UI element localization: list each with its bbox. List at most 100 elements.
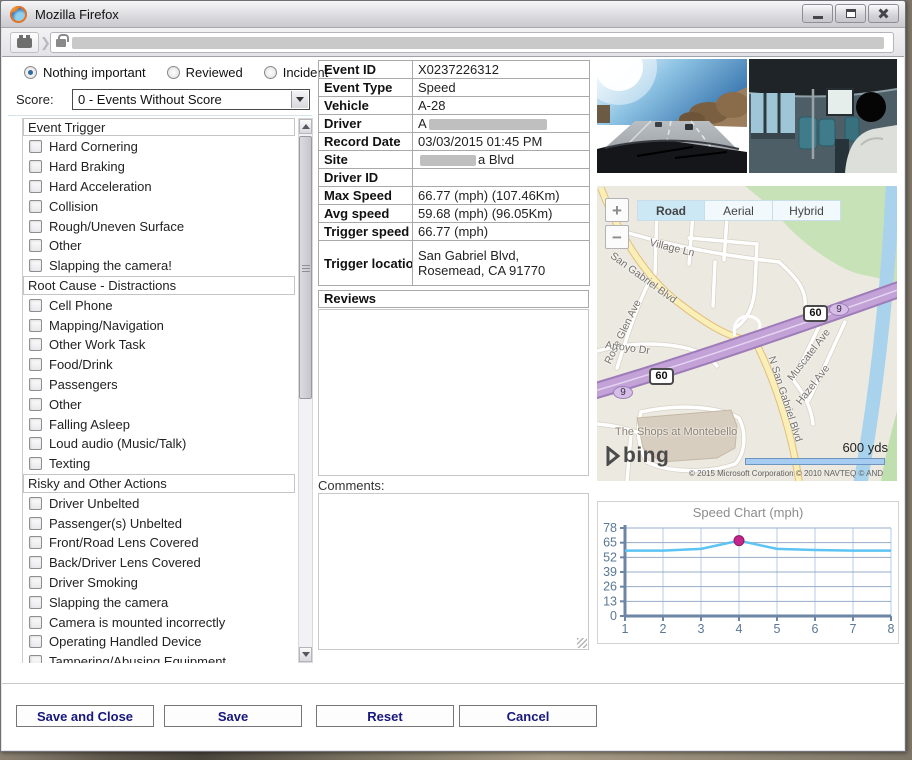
checklist-item[interactable]: Other <box>23 237 295 255</box>
reset-button[interactable]: Reset <box>316 705 454 727</box>
window-titlebar[interactable]: Mozilla Firefox <box>1 1 905 28</box>
cancel-button[interactable]: Cancel <box>459 705 597 727</box>
map-tab-road[interactable]: Road <box>637 200 705 221</box>
detail-row: Trigger speed66.77 (mph) <box>319 223 590 241</box>
detail-label: Event ID <box>319 61 413 79</box>
checklist-item[interactable]: Driver Smoking <box>23 573 295 591</box>
checklist-item[interactable]: Loud audio (Music/Talk) <box>23 435 295 453</box>
score-select[interactable]: 0 - Events Without Score <box>72 89 310 110</box>
checklist-item[interactable]: Mapping/Navigation <box>23 316 295 334</box>
reviews-header: Reviews <box>318 290 589 308</box>
checklist-item[interactable]: Slapping the camera! <box>23 257 295 275</box>
dropdown-arrow-icon[interactable] <box>291 91 308 108</box>
radio-reviewed[interactable]: Reviewed <box>167 65 243 80</box>
svg-text:6: 6 <box>812 622 819 636</box>
checklist-item[interactable]: Collision <box>23 197 295 215</box>
checklist-item[interactable]: Other <box>23 395 295 413</box>
checkbox[interactable] <box>29 596 42 609</box>
svg-text:7: 7 <box>850 622 857 636</box>
resize-grip-icon[interactable] <box>577 638 587 648</box>
comments-textarea[interactable] <box>318 493 589 650</box>
map-tab-aerial[interactable]: Aerial <box>705 200 773 221</box>
checkbox[interactable] <box>29 497 42 510</box>
checklist-item[interactable]: Texting <box>23 455 295 473</box>
scroll-up-arrow[interactable] <box>299 119 312 134</box>
checklist-item[interactable]: Hard Cornering <box>23 138 295 156</box>
checkbox[interactable] <box>29 635 42 648</box>
checklist-item[interactable]: Camera is mounted incorrectly <box>23 613 295 631</box>
radio-icon[interactable] <box>264 66 277 79</box>
score-selected-value: 0 - Events Without Score <box>78 92 222 107</box>
scrollbar-thumb[interactable] <box>299 136 312 399</box>
checkbox[interactable] <box>29 517 42 530</box>
divider <box>8 115 312 116</box>
save-and-close-button[interactable]: Save and Close <box>16 705 154 727</box>
address-bar[interactable] <box>50 32 894 53</box>
checkbox[interactable] <box>29 160 42 173</box>
radio-icon[interactable] <box>167 66 180 79</box>
svg-text:4: 4 <box>736 622 743 636</box>
checkbox[interactable] <box>29 398 42 411</box>
scroll-down-arrow[interactable] <box>299 647 312 662</box>
checkbox[interactable] <box>29 259 42 272</box>
detail-label: Trigger location <box>319 241 413 286</box>
checklist-item[interactable]: Other Work Task <box>23 336 295 354</box>
detail-label: Record Date <box>319 133 413 151</box>
checkbox[interactable] <box>29 140 42 153</box>
checklist-item[interactable]: Passengers <box>23 375 295 393</box>
checklist-item[interactable]: Hard Acceleration <box>23 177 295 195</box>
svg-text:5: 5 <box>774 622 781 636</box>
checkbox[interactable] <box>29 655 42 663</box>
checkbox[interactable] <box>29 358 42 371</box>
road-camera-image[interactable] <box>597 59 747 173</box>
map-tab-hybrid[interactable]: Hybrid <box>773 200 841 221</box>
checklist-item[interactable]: Cell Phone <box>23 296 295 314</box>
checkbox[interactable] <box>29 556 42 569</box>
checklist-item[interactable]: Front/Road Lens Covered <box>23 534 295 552</box>
svg-text:0: 0 <box>610 609 617 623</box>
checkbox[interactable] <box>29 338 42 351</box>
checkbox[interactable] <box>29 457 42 470</box>
checklist-item[interactable]: Operating Handled Device <box>23 633 295 651</box>
svg-text:3: 3 <box>698 622 705 636</box>
checkbox[interactable] <box>29 536 42 549</box>
checklist-item[interactable]: Back/Driver Lens Covered <box>23 554 295 572</box>
checkbox[interactable] <box>29 418 42 431</box>
save-button[interactable]: Save <box>164 705 302 727</box>
driver-camera-image[interactable] <box>749 59 897 173</box>
checklist-item-label: Hard Cornering <box>49 139 138 154</box>
checkbox[interactable] <box>29 299 42 312</box>
checkbox[interactable] <box>29 239 42 252</box>
site-identity-button[interactable] <box>10 32 39 53</box>
checkbox[interactable] <box>29 616 42 629</box>
radio-nothing-important[interactable]: Nothing important <box>24 65 146 80</box>
minimize-button[interactable] <box>802 4 833 23</box>
checkbox[interactable] <box>29 576 42 589</box>
checklist-item[interactable]: Slapping the camera <box>23 593 295 611</box>
checklist-item[interactable]: Passenger(s) Unbelted <box>23 514 295 532</box>
checkbox[interactable] <box>29 180 42 193</box>
checklist-item[interactable]: Driver Unbelted <box>23 494 295 512</box>
road-camera-graphic <box>597 59 747 173</box>
checklist-item[interactable]: Hard Braking <box>23 158 295 176</box>
maximize-button[interactable] <box>835 4 866 23</box>
checkbox[interactable] <box>29 437 42 450</box>
checkbox[interactable] <box>29 378 42 391</box>
bing-logo[interactable]: bing <box>605 444 669 468</box>
svg-text:78: 78 <box>603 522 617 535</box>
radio-icon-selected[interactable] <box>24 66 37 79</box>
map-zoom-out-button[interactable]: − <box>605 225 629 249</box>
bing-map[interactable]: + − Road Aerial Hybrid Village Ln San Ga… <box>597 186 897 481</box>
checkbox[interactable] <box>29 220 42 233</box>
close-button[interactable] <box>868 4 899 23</box>
minimize-icon <box>813 16 823 19</box>
map-zoom-in-button[interactable]: + <box>605 198 629 222</box>
checklist-item[interactable]: Falling Asleep <box>23 415 295 433</box>
checklist-item[interactable]: Food/Drink <box>23 356 295 374</box>
checklist-item[interactable]: Tampering/Abusing Equipment <box>23 653 295 663</box>
checkbox[interactable] <box>29 200 42 213</box>
checklist-item[interactable]: Rough/Uneven Surface <box>23 217 295 235</box>
checkbox[interactable] <box>29 319 42 332</box>
detail-value: 66.77 (mph) <box>413 223 590 241</box>
checklist-scrollbar[interactable] <box>298 118 313 663</box>
